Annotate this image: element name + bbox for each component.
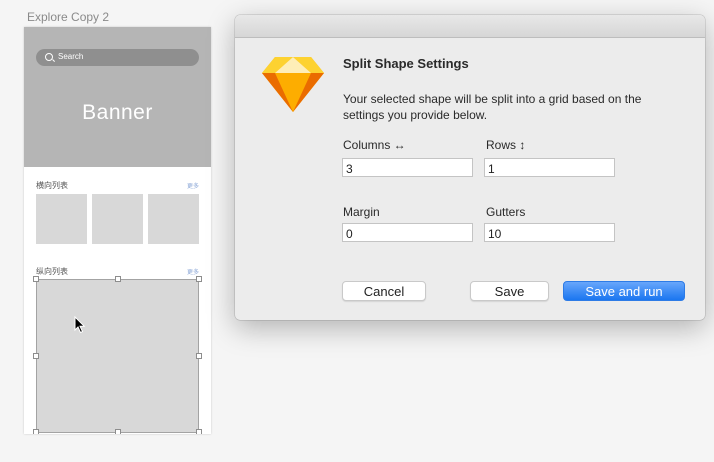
arrow-cursor-icon (74, 316, 86, 334)
save-button[interactable]: Save (470, 281, 549, 301)
columns-field[interactable]: 3 (342, 158, 473, 177)
gutters-label: Gutters (486, 205, 526, 219)
resize-handle-left[interactable] (33, 353, 39, 359)
search-icon (45, 53, 53, 61)
artboard-title[interactable]: Explore Copy 2 (27, 10, 109, 24)
gutters-field[interactable]: 10 (484, 223, 615, 242)
resize-handle-top[interactable] (115, 276, 121, 282)
sketch-diamond-icon (262, 57, 324, 112)
dialog-description: Your selected shape will be split into a… (343, 92, 642, 122)
search-bar[interactable]: Search (36, 49, 199, 66)
banner-title: Banner (82, 101, 153, 124)
vertical-list-more-link[interactable]: 更多 (187, 267, 199, 276)
selected-shape[interactable] (36, 279, 199, 433)
banner[interactable]: Search Banner (24, 27, 211, 167)
margin-label: Margin (343, 205, 380, 219)
cancel-button[interactable]: Cancel (342, 281, 426, 301)
horizontal-list-item[interactable] (148, 194, 199, 244)
resize-handle-bottom[interactable] (115, 429, 121, 434)
horizontal-list-title: 横向列表 (36, 181, 68, 190)
resize-handle-bottom-right[interactable] (196, 429, 202, 434)
dialog-title: Split Shape Settings (343, 56, 469, 71)
resize-handle-right[interactable] (196, 353, 202, 359)
margin-field[interactable]: 0 (342, 223, 473, 242)
resize-handle-top-left[interactable] (33, 276, 39, 282)
horizontal-list-item[interactable] (92, 194, 143, 244)
resize-handle-top-right[interactable] (196, 276, 202, 282)
split-shape-dialog: Split Shape Settings Your selected shape… (235, 15, 705, 320)
resize-handle-bottom-left[interactable] (33, 429, 39, 434)
artboard[interactable]: Search Banner 横向列表 更多 纵向列表 更多 (24, 27, 211, 434)
vertical-list-title: 纵向列表 (36, 267, 68, 276)
columns-label: Columns ↔ (343, 138, 406, 152)
horizontal-list-more-link[interactable]: 更多 (187, 181, 199, 190)
horizontal-list-item[interactable] (36, 194, 87, 244)
search-placeholder: Search (58, 52, 84, 61)
dialog-titlebar[interactable] (235, 15, 705, 38)
rows-label: Rows ↕ (486, 138, 526, 152)
rows-field[interactable]: 1 (484, 158, 615, 177)
save-and-run-button[interactable]: Save and run (563, 281, 685, 301)
